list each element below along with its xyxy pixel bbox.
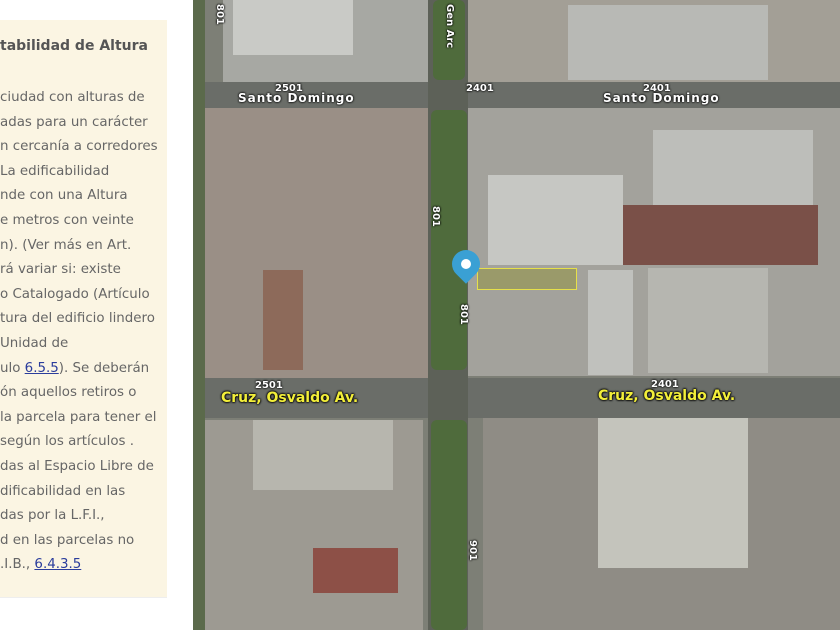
warehouse-roof (488, 175, 623, 265)
text-fragment: ulo (0, 360, 25, 376)
street-number-label: 901 (467, 540, 478, 561)
street-number-label: 801 (430, 206, 441, 227)
street-number-label: 2401 (466, 83, 494, 94)
text-line: La edificabilidad (0, 163, 110, 179)
red-roof (313, 548, 398, 593)
red-roof (623, 205, 818, 265)
text-line: ciudad con alturas de (0, 90, 145, 105)
text-line: .I.B., 6.4.3.5 (0, 553, 158, 578)
text-line: n). (Ver más en Art. (0, 237, 132, 253)
avenue-name-label: Cruz, Osvaldo Av. (221, 390, 359, 406)
tree-canopy (431, 110, 467, 370)
text-line: Unidad de (0, 335, 69, 351)
text-line: e metros con veinte (0, 212, 134, 228)
text-line: la parcela para tener el (0, 409, 157, 425)
roof (253, 420, 393, 490)
panel-title: tabilidad de Altura (0, 38, 148, 54)
warehouse-roof (598, 418, 748, 568)
panel-text: ciudad con alturas de adas para un carác… (0, 86, 158, 578)
article-link-6-4-3-5[interactable]: 6.4.3.5 (34, 557, 81, 572)
roof (263, 270, 303, 370)
street-number-label: 801 (214, 4, 225, 25)
street-name-label: Gen Arc (444, 4, 455, 49)
text-fragment: ). Se deberán (58, 360, 150, 376)
text-line: d en las parcelas no (0, 532, 135, 548)
text-line: das al Espacio Libre de (0, 458, 154, 474)
warehouse-roof (568, 5, 768, 80)
warehouse-roof (588, 270, 633, 375)
road-left (193, 0, 205, 630)
zoning-info-panel: tabilidad de Altura ciudad con alturas d… (0, 20, 167, 598)
text-fragment: .I.B., (0, 557, 35, 573)
text-line: tura del edificio lindero (0, 311, 155, 327)
highlighted-parcel[interactable] (477, 268, 577, 290)
text-line: rá variar si: existe (0, 262, 121, 278)
warehouse-roof (233, 0, 353, 55)
text-line: o Catalogado (Artículo (0, 286, 150, 302)
text-line: nde con una Altura (0, 188, 128, 204)
tree-canopy (431, 420, 467, 630)
article-link-6-5-5[interactable]: 6.5.5 (25, 361, 59, 376)
avenue-name-label: Cruz, Osvaldo Av. (598, 388, 736, 404)
city-block (203, 108, 428, 378)
warehouse-roof (648, 268, 768, 373)
street-number-label: 801 (458, 304, 469, 325)
text-line: ulo 6.5.5). Se deberán (0, 357, 158, 382)
text-line: adas para un carácter (0, 114, 148, 130)
text-line: das por la L.F.I., (0, 508, 105, 524)
text-line: dificabilidad en las (0, 483, 126, 499)
text-line: n cercanía a corredores (0, 139, 158, 155)
text-line: según los artículos . (0, 434, 135, 450)
aerial-map[interactable]: 801 Gen Arc 2501 2401 2401 Santo Domingo… (193, 0, 840, 630)
street-name-label: Santo Domingo (238, 91, 355, 105)
text-line: ón aquellos retiros o (0, 385, 137, 401)
street-name-label: Santo Domingo (603, 91, 720, 105)
warehouse-roof (653, 130, 813, 205)
